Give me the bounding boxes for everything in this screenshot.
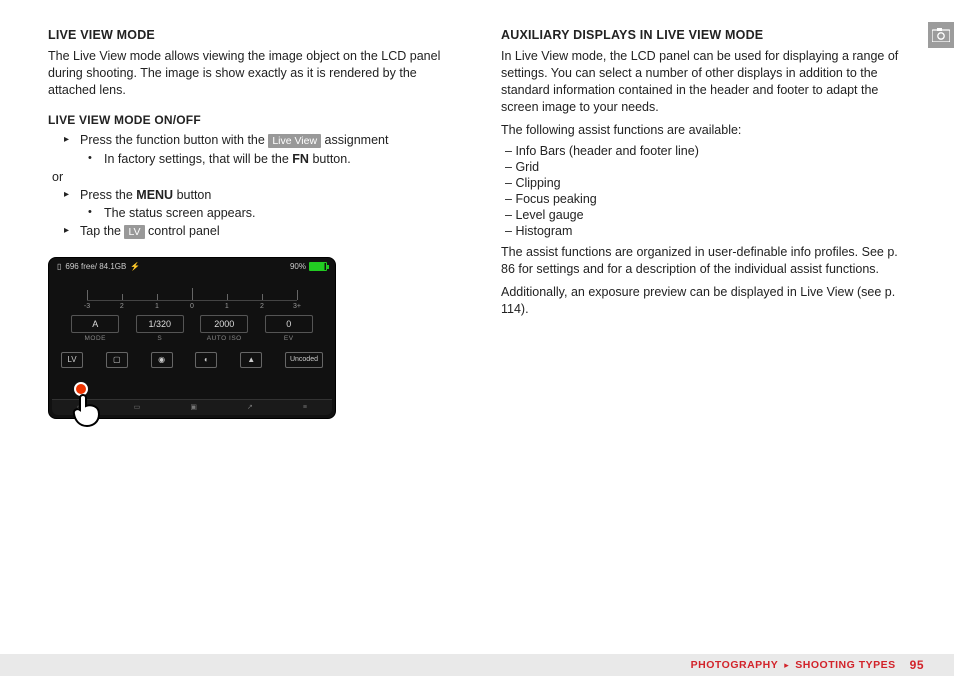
drive-icon: ▢ <box>106 352 128 368</box>
battery-icon <box>309 262 327 271</box>
list-item: Clipping <box>505 176 910 190</box>
sd-icon: ▯ <box>57 262 61 271</box>
exposure-row: A 1/320 2000 0 <box>49 315 335 333</box>
paragraph: Additionally, an exposure preview can be… <box>501 284 910 318</box>
text: Press the <box>80 188 136 202</box>
camera-icon <box>928 22 954 48</box>
exposure-labels: MODE S AUTO ISO EV <box>49 335 335 342</box>
text: In factory settings, that will be the <box>104 152 292 166</box>
iso-box: 2000 <box>200 315 248 333</box>
flash-icon: ⚡ <box>130 262 140 271</box>
text: Press the function button with the <box>80 133 268 147</box>
battery-pct: 90% <box>290 262 306 271</box>
list-item: Level gauge <box>505 208 910 222</box>
share-icon: ↗ <box>247 403 253 411</box>
text: assignment <box>321 133 388 147</box>
heading-live-view-mode: LIVE VIEW MODE <box>48 28 457 42</box>
list-item: Grid <box>505 160 910 174</box>
profile-icon: ▲ <box>240 352 262 368</box>
text: button <box>173 188 211 202</box>
text: control panel <box>145 224 220 238</box>
list-item: Focus peaking <box>505 192 910 206</box>
lcd-icon-row: LV ▢ ◉ ◐ ▲ Uncoded <box>49 352 335 368</box>
pill-lv: LV <box>124 225 144 239</box>
page-columns: LIVE VIEW MODE The Live View mode allows… <box>0 0 954 419</box>
or-separator: or <box>52 170 457 184</box>
left-column: LIVE VIEW MODE The Live View mode allows… <box>48 28 457 419</box>
heading-live-view-onoff: LIVE VIEW MODE ON/OFF <box>48 113 457 127</box>
heading-aux-displays: AUXILIARY DISPLAYS IN LIVE VIEW MODE <box>501 28 910 42</box>
breadcrumb-2: SHOOTING TYPES <box>795 659 895 671</box>
breadcrumb-sep-icon: ▸ <box>784 660 789 671</box>
step-press-menu: Press the MENU button <box>64 188 457 202</box>
paragraph: The assist functions are organized in us… <box>501 244 910 278</box>
page-number: 95 <box>910 658 924 672</box>
file-icon: ▭ <box>134 403 141 411</box>
text: Tap the <box>80 224 124 238</box>
paragraph: The following assist functions are avail… <box>501 122 910 139</box>
metering-icon: ◉ <box>151 352 173 368</box>
text: The status screen appears. <box>104 206 255 220</box>
ev-box: 0 <box>265 315 313 333</box>
lv-toggle-icon: LV <box>61 352 83 368</box>
paragraph: In Live View mode, the LCD panel can be … <box>501 48 910 116</box>
page-footer: PHOTOGRAPHY ▸ SHOOTING TYPES 95 <box>0 654 954 676</box>
lens-status: Uncoded <box>285 352 323 368</box>
substep-fn: In factory settings, that will be the FN… <box>88 152 457 166</box>
camera-lcd-illustration: ▯ 696 free/ 84.1GB ⚡ 90% -3 2 1 <box>48 257 336 419</box>
paragraph: The Live View mode allows viewing the im… <box>48 48 457 99</box>
exposure-scale: -3 2 1 0 1 2 3+ <box>87 279 297 301</box>
list-item: Info Bars (header and footer line) <box>505 144 910 158</box>
mode-box: A <box>71 315 119 333</box>
bold-fn: FN <box>292 152 309 166</box>
storage-text: 696 free/ 84.1GB <box>65 262 126 271</box>
bold-menu: MENU <box>136 188 173 202</box>
menu-icon: ≡ <box>303 404 307 411</box>
wb-icon: ◐ <box>195 352 217 368</box>
pill-live-view: Live View <box>268 134 321 148</box>
text: button. <box>309 152 351 166</box>
substep-status: The status screen appears. <box>88 206 457 220</box>
list-item: Histogram <box>505 224 910 238</box>
gallery-icon: ▣ <box>190 403 197 411</box>
step-press-fn: Press the function button with the Live … <box>64 133 457 148</box>
assist-function-list: Info Bars (header and footer line) Grid … <box>505 144 910 238</box>
shutter-box: 1/320 <box>136 315 184 333</box>
right-column: AUXILIARY DISPLAYS IN LIVE VIEW MODE In … <box>501 28 910 419</box>
breadcrumb-1: PHOTOGRAPHY <box>691 659 779 671</box>
step-tap-lv: Tap the LV control panel <box>64 224 457 239</box>
tap-gesture-icon <box>71 382 113 424</box>
